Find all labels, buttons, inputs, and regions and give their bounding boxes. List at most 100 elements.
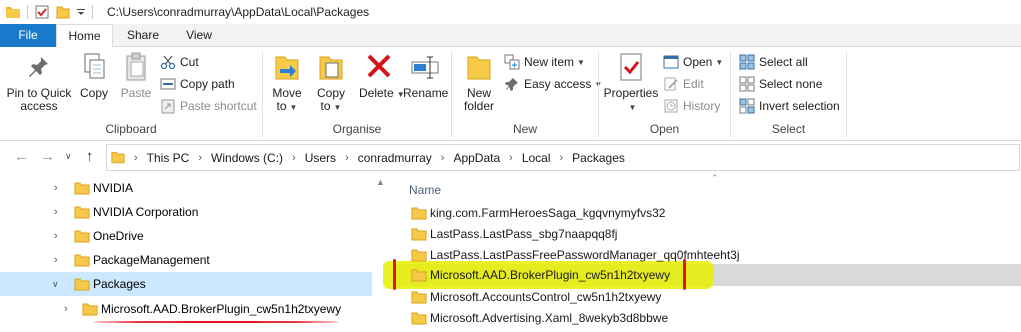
column-header-name[interactable]: Name xyxy=(409,183,441,197)
tree-item-packagemanagement[interactable]: › PackageManagement xyxy=(0,248,372,272)
file-row-name: LastPass.LastPass_sbg7naapqq8fj xyxy=(430,227,618,241)
chevron-right-icon[interactable]: › xyxy=(54,230,58,242)
properties-label: Properties xyxy=(603,86,659,100)
delete-button[interactable]: Delete ▼ xyxy=(359,51,405,101)
chevron-down-icon[interactable]: ∨ xyxy=(52,279,59,290)
new-group: New folder New item▼ Easy access▼ New xyxy=(452,47,602,141)
breadcrumb-separator-icon: › xyxy=(509,151,513,164)
forward-arrow-icon[interactable]: → xyxy=(40,148,55,165)
back-arrow-icon[interactable]: ← xyxy=(14,148,29,165)
properties-quick-icon[interactable] xyxy=(34,4,50,20)
file-row[interactable]: Microsoft.Advertising.Xaml_8wekyb3d8bbwe xyxy=(393,307,1021,329)
open-label: Open xyxy=(683,55,713,69)
paste-button[interactable]: Paste xyxy=(116,51,156,100)
breadcrumb-separator-icon: › xyxy=(198,151,203,164)
chevron-right-icon[interactable]: › xyxy=(54,182,58,194)
chevron-right-icon[interactable]: › xyxy=(54,206,58,218)
tree-item-aad-brokerplugin[interactable]: › Microsoft.AAD.BrokerPlugin_cw5n1h2txye… xyxy=(0,297,372,321)
easy-access-button[interactable]: Easy access▼ xyxy=(504,74,602,94)
tab-file[interactable]: File xyxy=(0,24,56,47)
navigation-pane: › NVIDIA › NVIDIA Corporation › OneDrive… xyxy=(0,173,372,332)
new-folder-quick-icon[interactable] xyxy=(55,4,71,20)
folder-icon xyxy=(411,249,427,261)
history-label: History xyxy=(683,99,721,113)
breadcrumb-appdata[interactable]: AppData xyxy=(453,151,500,165)
pin-label: Pin to Quick access xyxy=(6,86,72,113)
copy-path-button[interactable]: Copy path xyxy=(160,74,235,94)
copy-to-button[interactable]: Copy to ▼ xyxy=(311,51,351,114)
select-all-label: Select all xyxy=(759,55,808,69)
chevron-down-icon: ▼ xyxy=(715,57,724,67)
clipboard-group-label: Clipboard xyxy=(105,122,157,136)
copy-button[interactable]: Copy xyxy=(76,51,112,100)
file-row[interactable]: LastPass.LastPassFreePasswordManager_qq0… xyxy=(393,244,1021,266)
edit-pencil-icon xyxy=(664,77,678,91)
select-none-button[interactable]: Select none xyxy=(739,74,822,94)
tab-share[interactable]: Share xyxy=(113,24,173,47)
breadcrumb-users[interactable]: Users xyxy=(305,151,336,165)
file-row[interactable]: LastPass.LastPass_sbg7naapqq8fj xyxy=(393,223,1021,245)
properties-button[interactable]: Properties ▼ xyxy=(603,51,659,114)
breadcrumb-conradmurray[interactable]: conradmurray xyxy=(358,151,432,165)
breadcrumb-separator-icon: › xyxy=(345,151,349,164)
open-button[interactable]: Open ▼ xyxy=(663,52,723,72)
file-row[interactable]: king.com.FarmHeroesSaga_kgqvnymyfvs32 xyxy=(393,202,1021,224)
breadcrumb-packages[interactable]: Packages xyxy=(572,151,625,165)
chevron-right-icon[interactable]: › xyxy=(54,254,58,266)
recent-locations-chevron-icon[interactable]: ∨ xyxy=(65,151,72,162)
file-row-name: LastPass.LastPassFreePasswordManager_qq0… xyxy=(430,248,740,262)
tab-view[interactable]: View xyxy=(173,24,225,47)
breadcrumb-windows-c[interactable]: Windows (C:) xyxy=(211,151,283,165)
new-folder-button[interactable]: New folder xyxy=(458,51,500,113)
breadcrumb-local[interactable]: Local xyxy=(522,151,551,165)
annotation-underline xyxy=(94,321,338,323)
select-all-icon xyxy=(739,54,755,70)
customize-toolbar-icon[interactable] xyxy=(76,4,86,20)
pin-to-quick-access-button[interactable]: Pin to Quick access xyxy=(4,51,74,113)
select-all-button[interactable]: Select all xyxy=(739,52,808,72)
file-row[interactable]: Microsoft.AAD.BrokerPlugin_cw5n1h2txyewy xyxy=(383,259,1021,290)
folder-icon xyxy=(82,303,98,315)
breadcrumb-separator-icon: › xyxy=(134,151,138,164)
move-to-button[interactable]: Move to ▼ xyxy=(267,51,307,114)
ribbon: Pin to Quick access Copy Paste Cut Copy … xyxy=(0,47,1021,141)
tree-item-onedrive[interactable]: › OneDrive xyxy=(0,224,372,248)
tree-item-packages[interactable]: ∨ Packages xyxy=(0,272,372,296)
folder-icon xyxy=(411,207,427,219)
address-bar[interactable]: › This PC › Windows (C:) › Users › conra… xyxy=(106,144,1020,171)
folder-icon xyxy=(74,278,90,290)
file-row[interactable]: Microsoft.AccountsControl_cw5n1h2txyewy xyxy=(393,286,1021,308)
copy-to-icon xyxy=(319,56,343,80)
up-arrow-icon[interactable]: ↑ xyxy=(86,148,94,165)
file-list: ⌃ Name Microsoft.AAD.BrokerPlugin_cw5n1h… xyxy=(383,173,1021,332)
chevron-right-icon[interactable]: › xyxy=(64,303,68,315)
scroll-up-icon[interactable]: ▲ xyxy=(376,177,385,187)
move-to-label: Move to xyxy=(272,86,302,113)
navigation-pane-scrollbar[interactable]: ▲ xyxy=(372,173,392,332)
cut-button[interactable]: Cut xyxy=(160,52,199,72)
ribbon-tabs: File Home Share View xyxy=(0,24,1021,48)
paste-shortcut-icon xyxy=(161,99,175,114)
new-item-button[interactable]: New item ▼ xyxy=(504,52,585,72)
file-row-name: Microsoft.AAD.BrokerPlugin_cw5n1h2txyewy xyxy=(430,268,671,282)
tree-item-label: Packages xyxy=(93,277,146,291)
paste-shortcut-button[interactable]: Paste shortcut xyxy=(160,96,257,116)
breadcrumb-separator-icon: › xyxy=(559,151,564,164)
open-group-label: Open xyxy=(649,122,680,136)
rename-button[interactable]: Rename xyxy=(403,51,448,100)
select-none-icon xyxy=(739,76,755,92)
history-button[interactable]: History xyxy=(663,96,720,116)
tree-item-nvidia[interactable]: › NVIDIA xyxy=(0,176,372,200)
tab-home[interactable]: Home xyxy=(56,24,113,48)
tree-item-label: NVIDIA xyxy=(93,181,134,195)
folder-icon xyxy=(74,182,90,194)
chevron-down-icon: ▼ xyxy=(577,57,585,67)
invert-selection-button[interactable]: Invert selection xyxy=(739,96,840,116)
edit-button[interactable]: Edit xyxy=(663,74,704,94)
folder-icon xyxy=(411,291,427,303)
pin-icon xyxy=(29,57,48,77)
tree-item-nvidia-corporation[interactable]: › NVIDIA Corporation xyxy=(0,200,372,224)
copy-path-icon xyxy=(160,78,176,90)
breadcrumb-this-pc[interactable]: This PC xyxy=(147,151,190,165)
folder-icon xyxy=(411,312,427,324)
